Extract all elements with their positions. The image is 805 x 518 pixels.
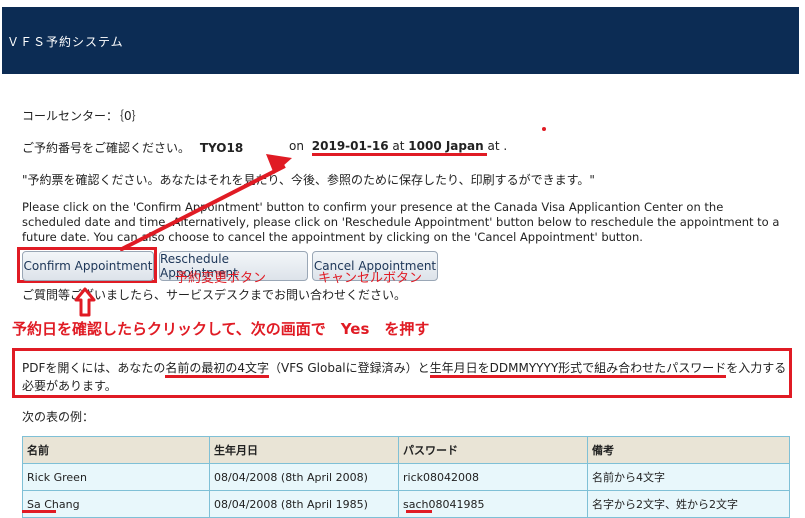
password-underline-mark	[406, 510, 432, 513]
table-row: Rick Green 08/04/2008 (8th April 2008) r…	[22, 463, 790, 491]
name-chars-highlight: 名前の最初の4文字	[165, 361, 270, 378]
app-header: ＶＦＳ予約システム	[2, 7, 799, 74]
annotation-dot	[542, 127, 546, 131]
password-highlight: パスワード	[666, 361, 727, 378]
appointment-date: 2019-01-16	[311, 139, 389, 153]
cell-name: Rick Green	[22, 463, 210, 491]
at-word: at	[392, 139, 405, 153]
pdf-note-line2: 必要があります。	[22, 379, 117, 393]
up-arrow-icon	[74, 287, 96, 317]
cell-password: sach08041985	[398, 490, 588, 518]
confirmation-line: ご予約番号をご確認ください。 TYO18	[22, 139, 243, 156]
cell-name: Sa Chang	[22, 490, 210, 518]
example-table: 名前 生年月日 パスワード 備考 Rick Green 08/04/2008 (…	[22, 436, 790, 518]
name-underline-mark	[22, 510, 56, 513]
app-title: ＶＦＳ予約システム	[7, 35, 124, 49]
table-header-row: 名前 生年月日 パスワード 備考	[22, 436, 790, 464]
click-hint: 予約日を確認したらクリックして、次の画面で Yes を押す	[12, 320, 430, 338]
booking-reference: TYO18	[199, 141, 244, 155]
cell-notes: 名前から4文字	[587, 463, 790, 491]
header-dob: 生年月日	[209, 436, 399, 464]
table-row: Sa Chang 08/04/2008 (8th April 1985) sac…	[22, 490, 790, 518]
reschedule-annotation: 予約変更ボタン	[175, 271, 267, 286]
cell-dob: 08/04/2008 (8th April 1985)	[209, 490, 399, 518]
pdf-note-line1: PDFを開くには、あなたの名前の最初の4文字（VFS Globalに登録済み）と…	[22, 359, 787, 378]
callcenter-text: コールセンター：｛0｝	[22, 109, 144, 123]
pdf-note-part: を入力する	[726, 361, 787, 375]
header-name: 名前	[22, 436, 210, 464]
annotation-arrow-head	[266, 154, 292, 174]
cell-notes: 名字から2文字、姓から2文字	[587, 490, 790, 518]
confirm-appointment-button[interactable]: Confirm Appointment	[22, 251, 154, 281]
at-suffix: at .	[487, 139, 508, 153]
dob-format-highlight: 生年月日をDDMMYYYY形式	[429, 361, 583, 378]
appointment-time: 1000 Japan	[408, 139, 484, 153]
header-password: パスワード	[398, 436, 588, 464]
header-notes: 備考	[587, 436, 790, 464]
appointment-datetime: on 2019-01-16 at 1000 Japan at .	[289, 139, 508, 156]
cell-dob: 08/04/2008 (8th April 2008)	[209, 463, 399, 491]
print-note: "予約票を確認ください。あなたはそれを見たり、今後、参照のために保存したり、印刷…	[22, 173, 595, 187]
combined-highlight: で組み合わせた	[582, 361, 667, 378]
pdf-note-part: （VFS Globalに登録済み）と	[269, 361, 430, 375]
cancel-annotation: キャンセルボタン	[318, 271, 423, 286]
pdf-note-part: PDFを開くには、あなたの	[22, 361, 166, 375]
example-label: 次の表の例：	[22, 410, 95, 424]
cell-password: rick08042008	[398, 463, 588, 491]
confirmation-prefix: ご予約番号をご確認ください。	[22, 141, 191, 155]
